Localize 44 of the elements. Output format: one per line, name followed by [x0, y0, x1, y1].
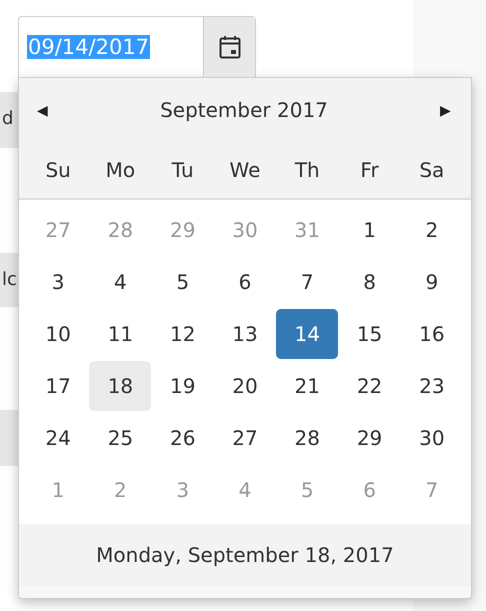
- day-cell[interactable]: 26: [152, 413, 214, 463]
- day-cell[interactable]: 22: [338, 361, 401, 411]
- day-cell[interactable]: 12: [152, 309, 214, 359]
- weekday-label: Mo: [104, 158, 136, 182]
- day-cell[interactable]: 19: [152, 361, 214, 411]
- next-month-button[interactable]: ▶: [436, 98, 455, 122]
- weekday-label: Tu: [170, 158, 195, 182]
- day-cell[interactable]: 10: [27, 309, 90, 359]
- day-cell[interactable]: 5: [152, 257, 214, 307]
- day-cell[interactable]: 18: [89, 361, 152, 411]
- day-cell[interactable]: 29: [338, 413, 401, 463]
- day-cell[interactable]: 30: [400, 413, 463, 463]
- day-cell[interactable]: 25: [89, 413, 152, 463]
- day-cell[interactable]: 3: [27, 257, 90, 307]
- background-bar: [0, 410, 20, 466]
- day-cell[interactable]: 16: [400, 309, 463, 359]
- previous-month-button[interactable]: ◀: [33, 98, 52, 122]
- day-cell[interactable]: 7: [276, 257, 338, 307]
- month-title: September 2017: [160, 98, 328, 122]
- day-cell[interactable]: 9: [400, 257, 463, 307]
- day-cell[interactable]: 28: [276, 413, 338, 463]
- day-cell[interactable]: 13: [214, 309, 276, 359]
- day-cell[interactable]: 4: [89, 257, 152, 307]
- weekday-label: Su: [44, 158, 72, 182]
- weekday-label: We: [228, 158, 262, 182]
- day-cell[interactable]: 21: [276, 361, 338, 411]
- selected-date-text: Monday, September 18, 2017: [96, 543, 394, 567]
- day-cell[interactable]: 2: [400, 205, 463, 255]
- weekday-label: Sa: [418, 158, 446, 182]
- day-cell[interactable]: 17: [27, 361, 90, 411]
- day-cell[interactable]: 23: [400, 361, 463, 411]
- day-cell[interactable]: 1: [338, 205, 401, 255]
- day-cell[interactable]: 24: [27, 413, 90, 463]
- day-cell[interactable]: 8: [338, 257, 401, 307]
- weekday-label: Th: [294, 158, 321, 182]
- day-cell[interactable]: 15: [338, 309, 401, 359]
- day-cell[interactable]: 6: [214, 257, 276, 307]
- day-cell[interactable]: 20: [214, 361, 276, 411]
- background-text: lc: [2, 269, 17, 290]
- day-cell[interactable]: 27: [214, 413, 276, 463]
- day-cell[interactable]: 11: [89, 309, 152, 359]
- day-cell[interactable]: 14: [276, 309, 338, 359]
- background-text: d: [2, 108, 14, 129]
- weekday-label: Fr: [359, 158, 380, 182]
